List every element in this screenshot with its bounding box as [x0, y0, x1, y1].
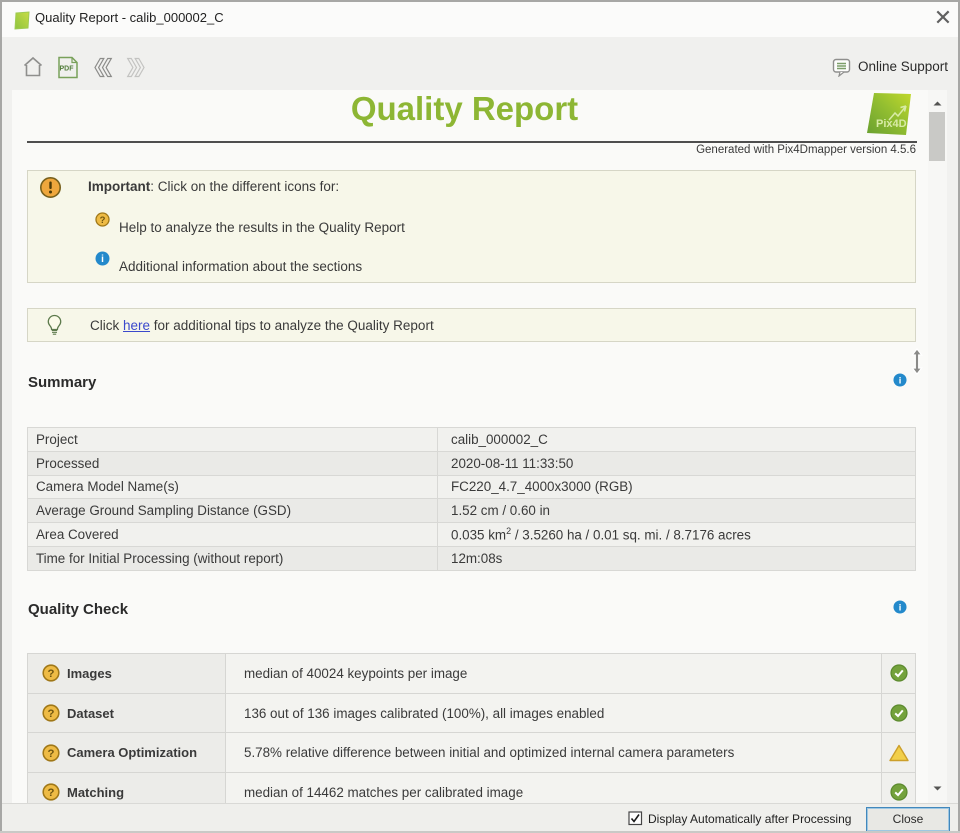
- svg-text:?: ?: [48, 788, 55, 800]
- svg-text:?: ?: [100, 215, 106, 226]
- svg-text:?: ?: [48, 669, 55, 681]
- svg-text:?: ?: [48, 708, 55, 720]
- svg-text:Pix4D: Pix4D: [876, 118, 907, 130]
- svg-text:?: ?: [48, 748, 55, 760]
- svg-text:i: i: [899, 375, 902, 385]
- svg-text:PDF: PDF: [60, 66, 75, 73]
- svg-text:i: i: [899, 602, 902, 612]
- svg-text:i: i: [101, 254, 104, 265]
